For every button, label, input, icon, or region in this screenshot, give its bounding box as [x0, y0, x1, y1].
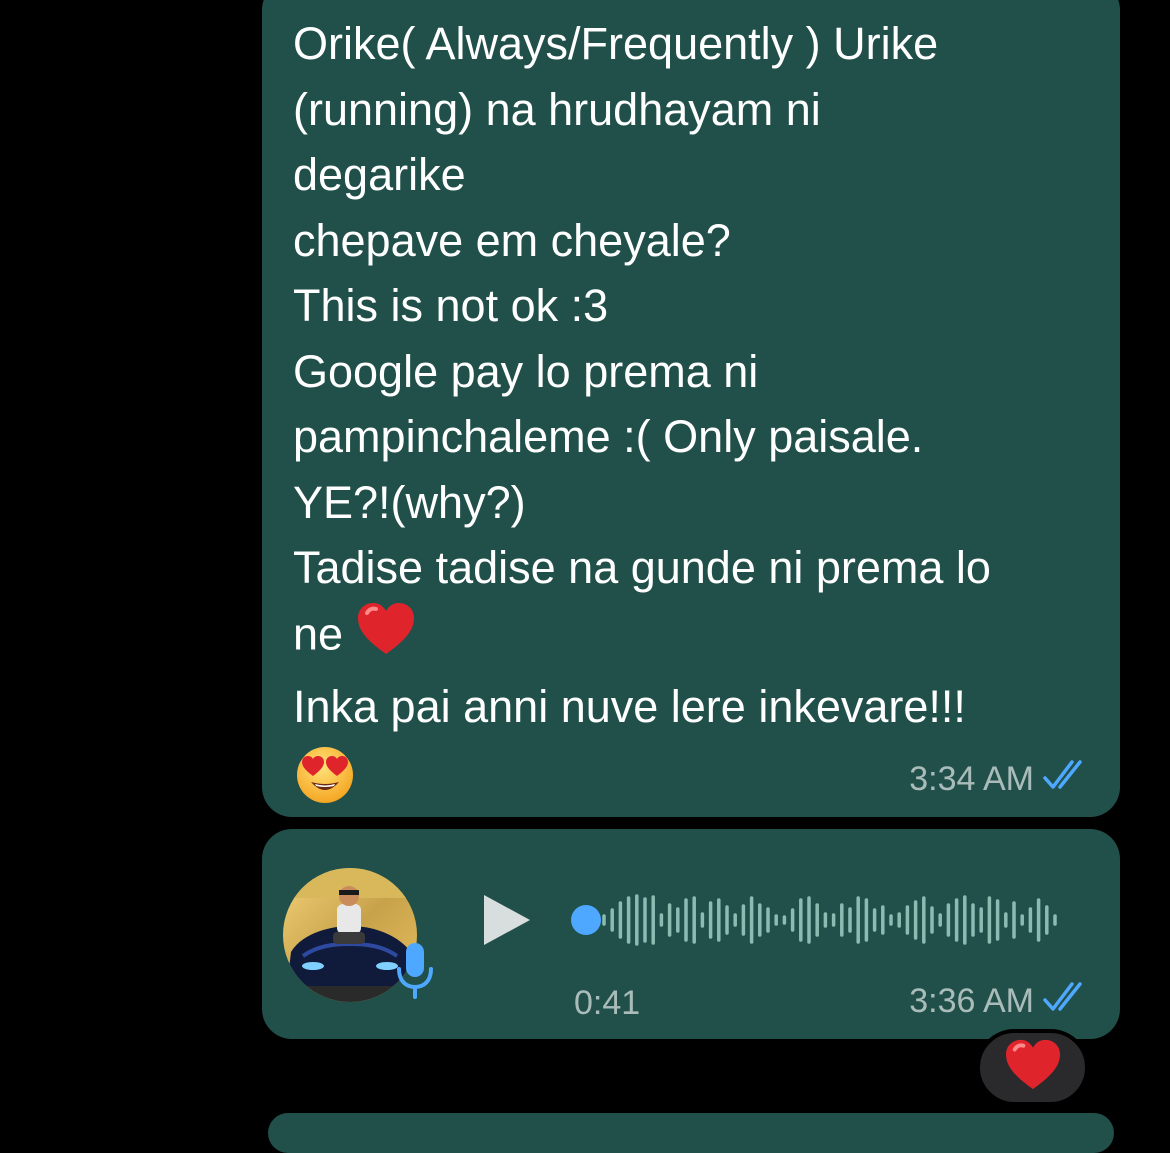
message-line: degarike — [293, 149, 466, 200]
voice-waveform[interactable] — [570, 887, 1090, 953]
red-heart-emoji-icon — [1004, 1038, 1062, 1097]
message-line: pampinchaleme :( Only paisale. — [293, 411, 924, 462]
message-line: Google pay lo prema ni — [293, 345, 759, 397]
message-line: Orike( Always/Frequently ) Urike — [293, 18, 939, 69]
double-check-icon — [1042, 758, 1090, 801]
message-bubble-voice[interactable]: 0:41 3:36 AM — [262, 829, 1120, 1039]
message-bubble-text[interactable]: Orike( Always/Frequently ) Urike (runnin… — [262, 0, 1120, 817]
message-line: This is not ok :3 — [293, 280, 609, 331]
message-meta: 3:34 AM — [909, 758, 1090, 801]
reaction-badge[interactable] — [976, 1029, 1089, 1106]
play-button[interactable] — [478, 891, 536, 949]
red-heart-emoji-icon — [356, 601, 416, 675]
message-line: Inka pai anni nuve lere inkevare!!! — [293, 681, 966, 732]
message-text: Orike( Always/Frequently ) Urike (runnin… — [293, 11, 1093, 821]
voice-duration: 0:41 — [574, 984, 641, 1022]
playback-position-dot[interactable] — [571, 905, 601, 935]
microphone-icon — [394, 941, 436, 1001]
message-line: Tadise tadise na gunde ni prema lo — [293, 542, 991, 593]
message-bubble-partial[interactable] — [268, 1113, 1114, 1153]
double-check-icon — [1042, 980, 1090, 1023]
message-line: YE?!(why?) — [293, 476, 526, 528]
message-meta: 3:36 AM — [909, 980, 1090, 1023]
message-line: ne — [293, 608, 344, 660]
message-line: (running) na hrudhayam ni — [293, 83, 821, 135]
message-line-with-emoji: ne — [293, 601, 1093, 675]
message-time: 3:34 AM — [909, 760, 1034, 798]
message-time: 3:36 AM — [909, 982, 1034, 1020]
play-icon — [478, 895, 536, 953]
message-line: chepave em cheyale? — [293, 214, 731, 266]
